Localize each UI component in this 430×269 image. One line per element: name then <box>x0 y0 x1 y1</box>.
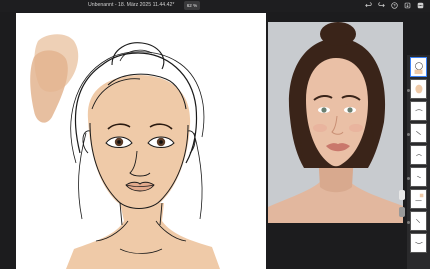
layer-thumbnail[interactable] <box>410 167 427 187</box>
drawing-canvas[interactable] <box>16 13 266 269</box>
layer-thumbnail[interactable] <box>410 79 427 99</box>
more-icon[interactable] <box>416 1 424 10</box>
undo-icon[interactable] <box>364 1 372 10</box>
layer-thumbnail[interactable] <box>410 57 427 77</box>
redo-icon[interactable] <box>377 1 385 10</box>
skin-swatch-dark <box>30 50 68 123</box>
layers-panel <box>407 55 430 269</box>
layer-visibility-dot[interactable] <box>407 177 410 180</box>
layer-thumbnail[interactable] <box>410 233 427 253</box>
face-sketch <box>30 34 220 269</box>
export-icon[interactable] <box>403 1 411 10</box>
top-bar: Unbenannt - 18. März 2025 11.44.42* 62 % <box>0 0 430 12</box>
reference-handle-secondary[interactable] <box>399 207 405 217</box>
toolbar-icons <box>364 1 424 10</box>
help-icon[interactable] <box>390 1 398 10</box>
shoulder-skin <box>66 203 220 269</box>
layer-thumbnail[interactable] <box>410 189 427 209</box>
reference-handle[interactable] <box>399 190 405 200</box>
reference-photo <box>268 22 403 223</box>
layer-thumbnail[interactable] <box>410 123 427 143</box>
reference-image[interactable] <box>268 22 403 223</box>
layer-visibility-dot[interactable] <box>407 133 410 136</box>
zoom-level[interactable]: 62 % <box>184 1 200 10</box>
layer-thumbnail[interactable] <box>410 211 427 231</box>
layer-thumbnail[interactable] <box>410 101 427 121</box>
layer-visibility-dot[interactable] <box>407 89 410 92</box>
layer-thumbnail[interactable] <box>410 145 427 165</box>
document-title[interactable]: Unbenannt - 18. März 2025 11.44.42* <box>88 2 174 8</box>
layer-visibility-dot[interactable] <box>407 221 410 224</box>
